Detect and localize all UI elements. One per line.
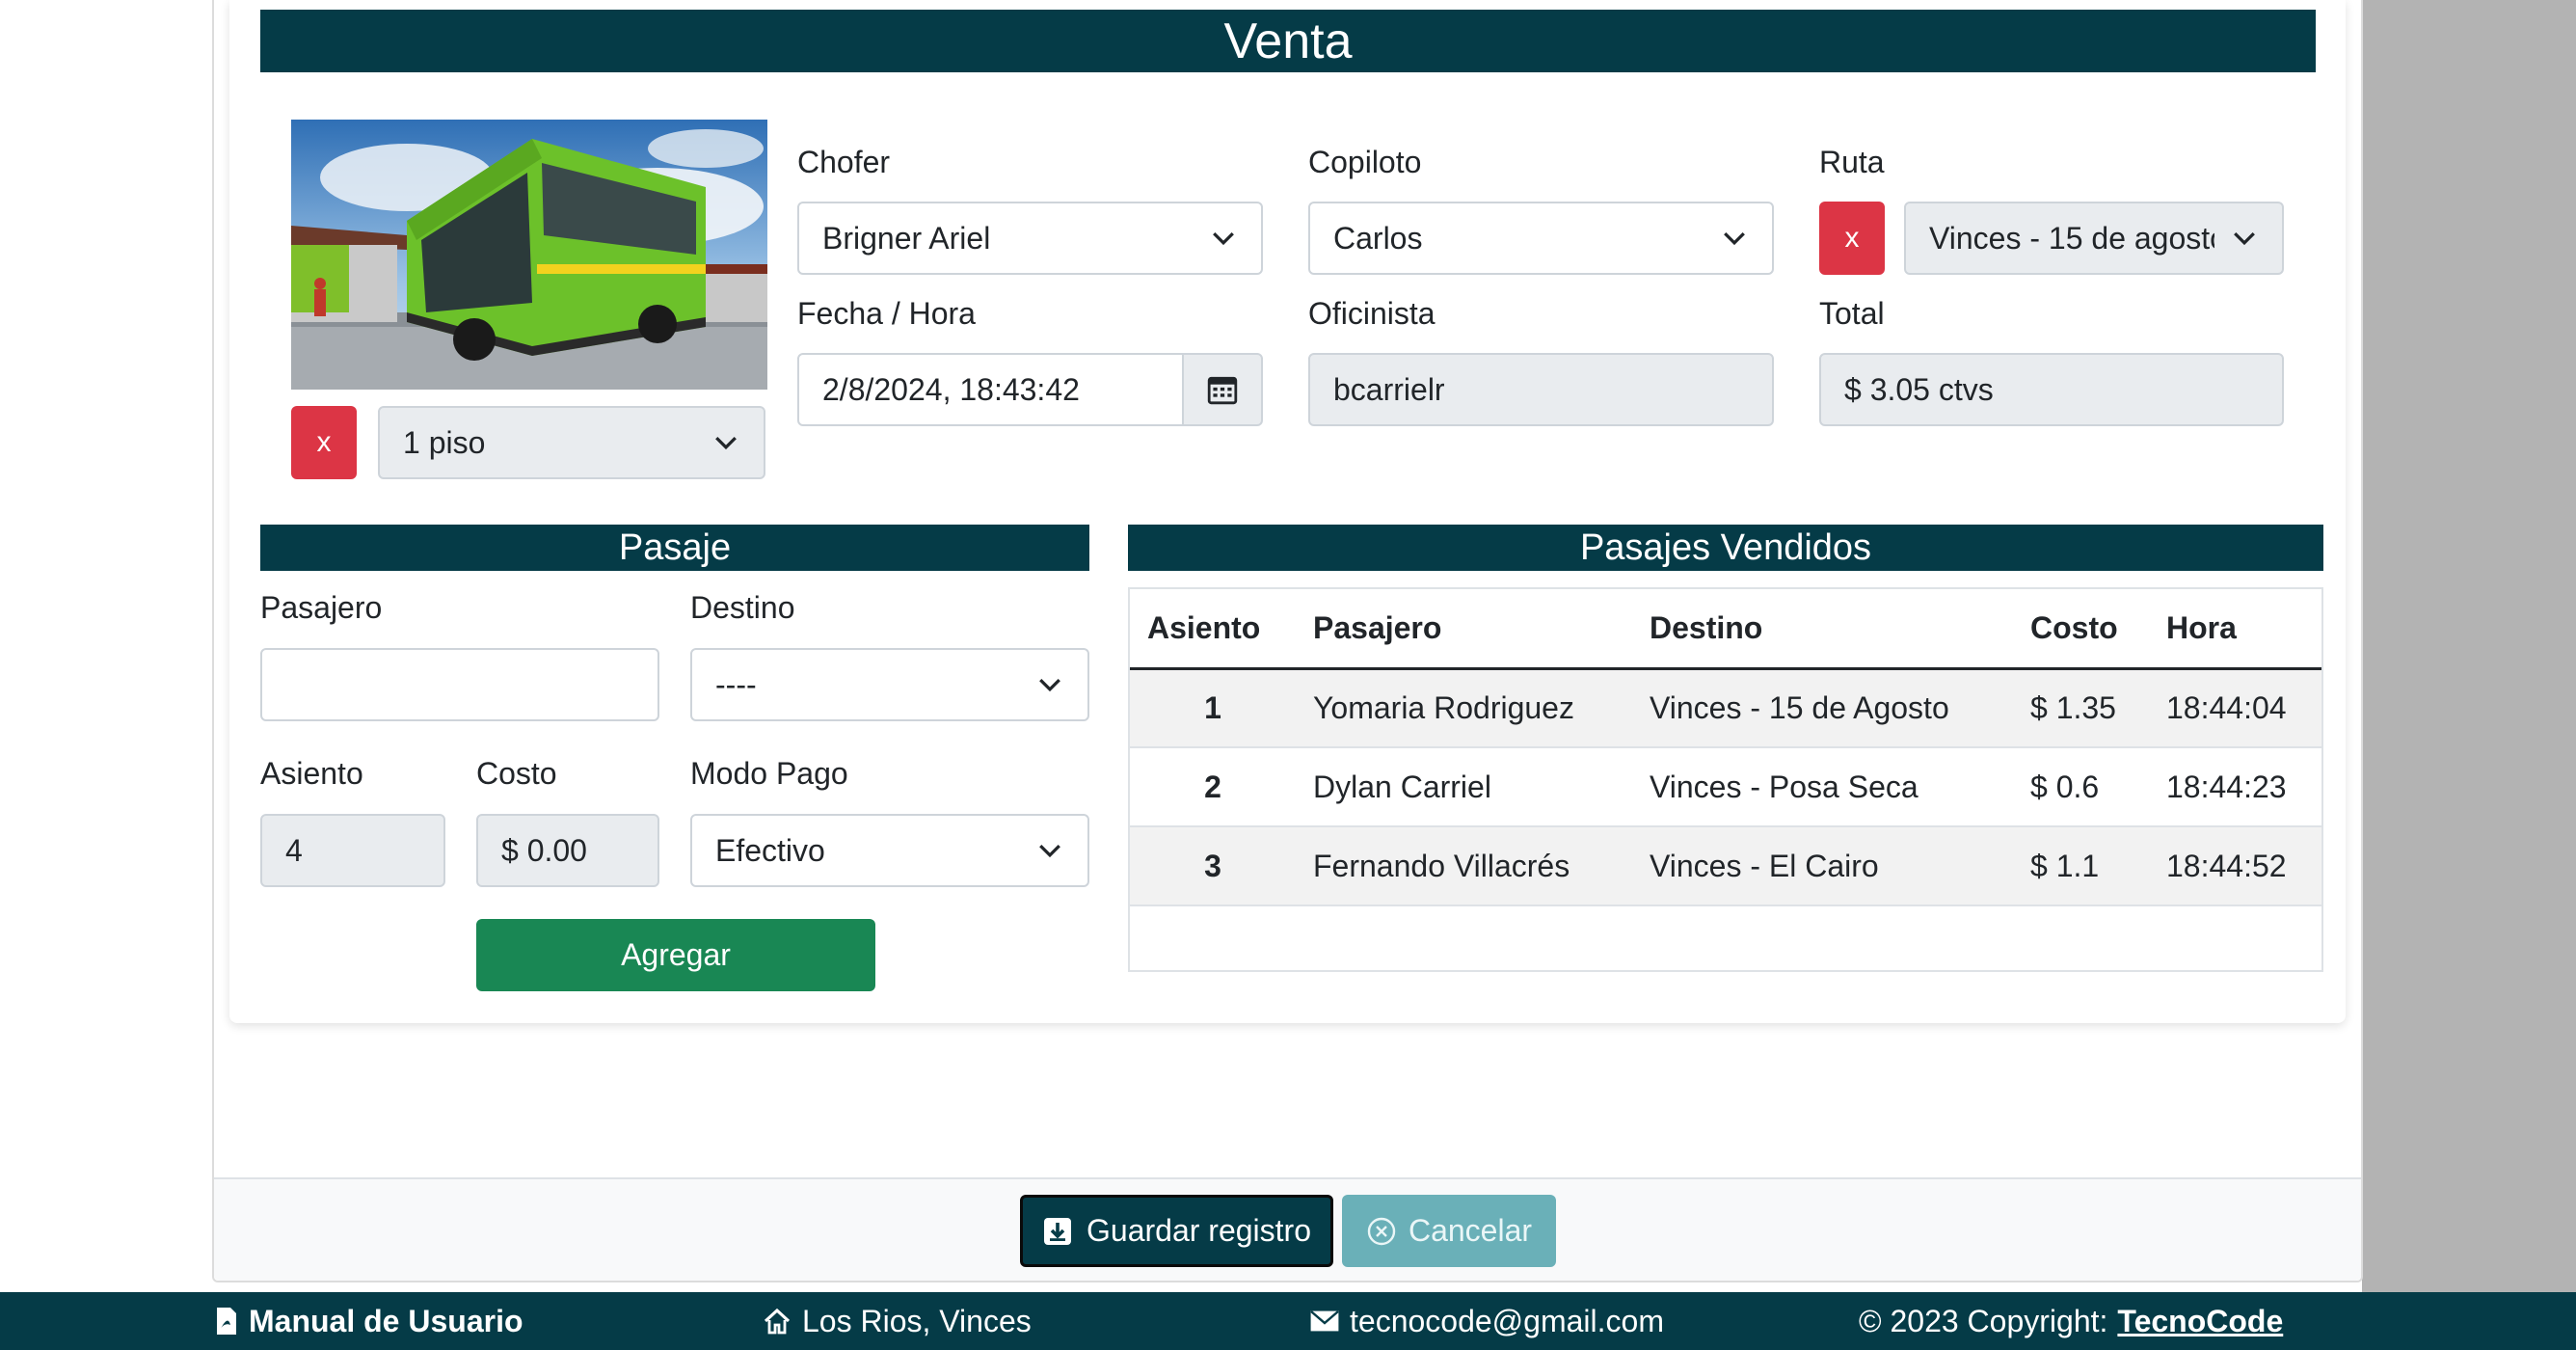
cell-pasajero: Fernando Villacrés: [1296, 826, 1632, 906]
chevron-down-icon: [1213, 231, 1234, 246]
cell-costo: $ 0.6: [2013, 747, 2149, 827]
column-header-pasajero: Pasajero: [1296, 589, 1632, 670]
total-field: $ 3.05 ctvs: [1819, 353, 2284, 426]
footer-location: Los Rios, Vinces: [762, 1292, 1032, 1350]
calendar-button[interactable]: [1182, 353, 1263, 426]
chevron-down-icon: [1724, 231, 1745, 246]
envelope-icon: [1310, 1310, 1339, 1332]
asiento-value: 4: [285, 832, 303, 868]
ruta-value: Vinces - 15 de agosto: [1929, 220, 2214, 256]
modo-pago-value: Efectivo: [715, 832, 825, 868]
destino-value: ----: [715, 666, 757, 702]
column-header-destino: Destino: [1632, 589, 2013, 670]
brand-link[interactable]: TecnoCode: [2117, 1304, 2283, 1339]
bus-floor-value: 1 piso: [403, 424, 486, 460]
cell-asiento: 1: [1130, 668, 1296, 748]
table-row[interactable]: 1 Yomaria Rodriguez Vinces - 15 de Agost…: [1130, 668, 2321, 748]
email-label: tecnocode@gmail.com: [1350, 1303, 1664, 1338]
copyright-label: © 2023 Copyright:: [1859, 1303, 2108, 1338]
column-header-costo: Costo: [2013, 589, 2149, 670]
cell-pasajero: Yomaria Rodriguez: [1296, 668, 1632, 748]
page-title: Venta: [260, 10, 2316, 72]
copiloto-label: Copiloto: [1308, 145, 1422, 179]
chevron-down-icon: [1039, 844, 1060, 858]
download-icon: [1044, 1217, 1071, 1245]
file-pdf-icon: [217, 1308, 236, 1335]
chevron-down-icon: [2234, 231, 2255, 246]
destino-select[interactable]: ----: [690, 648, 1089, 721]
copiloto-value: Carlos: [1333, 220, 1423, 256]
cancelar-label: Cancelar: [1408, 1213, 1533, 1248]
cell-asiento: 3: [1130, 826, 1296, 906]
manual-link[interactable]: Manual de Usuario: [214, 1292, 523, 1350]
calendar-icon: [1207, 376, 1238, 405]
site-footer: Manual de Usuario Los Rios, Vinces tecno…: [0, 1292, 2576, 1350]
costo-label: Costo: [476, 756, 557, 791]
fecha-label: Fecha / Hora: [797, 296, 976, 331]
cancelar-button[interactable]: Cancelar: [1342, 1195, 1556, 1267]
copiloto-select[interactable]: Carlos: [1308, 202, 1774, 275]
chevron-down-icon: [715, 436, 737, 450]
backdrop-overlay: [2362, 0, 2576, 1350]
column-header-hora: Hora: [2149, 589, 2321, 670]
location-label: Los Rios, Vinces: [802, 1303, 1032, 1338]
oficinista-value: bcarrielr: [1333, 371, 1445, 407]
footer-email: tecnocode@gmail.com: [1309, 1292, 1664, 1350]
cell-destino: Vinces - 15 de Agosto: [1632, 668, 2013, 748]
remove-ruta-button[interactable]: x: [1819, 202, 1885, 275]
costo-value: $ 0.00: [501, 832, 587, 868]
cell-hora: 18:44:04: [2149, 668, 2321, 748]
cell-destino: Vinces - El Cairo: [1632, 826, 2013, 906]
cell-hora: 18:44:23: [2149, 747, 2321, 827]
chofer-select[interactable]: Brigner Ariel: [797, 202, 1263, 275]
chevron-down-icon: [1039, 678, 1060, 692]
house-icon: [764, 1308, 791, 1335]
cell-asiento: 2: [1130, 747, 1296, 827]
total-label: Total: [1819, 296, 1885, 331]
pasajero-label: Pasajero: [260, 590, 383, 625]
table-row[interactable]: 2 Dylan Carriel Vinces - Posa Seca $ 0.6…: [1130, 747, 2321, 827]
vendidos-table: Asiento Pasajero Destino Costo Hora 1 Yo…: [1128, 587, 2323, 972]
footer-copyright: © 2023 Copyright: TecnoCode: [1859, 1292, 2283, 1350]
total-value: $ 3.05 ctvs: [1844, 371, 1994, 407]
asiento-label: Asiento: [260, 756, 363, 791]
table-header-row: Asiento Pasajero Destino Costo Hora: [1130, 589, 2321, 670]
cell-pasajero: Dylan Carriel: [1296, 747, 1632, 827]
bus-image: [291, 120, 767, 390]
guardar-registro-button[interactable]: Guardar registro: [1020, 1195, 1333, 1267]
cell-costo: $ 1.35: [2013, 668, 2149, 748]
cell-costo: $ 1.1: [2013, 826, 2149, 906]
destino-label: Destino: [690, 590, 795, 625]
table-row[interactable]: 3 Fernando Villacrés Vinces - El Cairo $…: [1130, 826, 2321, 906]
ruta-select[interactable]: Vinces - 15 de agosto: [1904, 202, 2284, 275]
fecha-input[interactable]: 2/8/2024, 18:43:42: [797, 353, 1186, 426]
oficinista-label: Oficinista: [1308, 296, 1436, 331]
chofer-value: Brigner Ariel: [822, 220, 991, 256]
cell-hora: 18:44:52: [2149, 826, 2321, 906]
bus-floor-select[interactable]: 1 piso: [378, 406, 765, 479]
pasajero-input[interactable]: [260, 648, 659, 721]
agregar-button[interactable]: Agregar: [476, 919, 875, 991]
costo-field: $ 0.00: [476, 814, 659, 887]
guardar-registro-label: Guardar registro: [1087, 1213, 1311, 1248]
cell-destino: Vinces - Posa Seca: [1632, 747, 2013, 827]
column-header-asiento: Asiento: [1130, 589, 1296, 670]
remove-bus-button[interactable]: x: [291, 406, 357, 479]
ruta-label: Ruta: [1819, 145, 1885, 179]
close-circle-icon: [1367, 1217, 1396, 1245]
modo-pago-select[interactable]: Efectivo: [690, 814, 1089, 887]
modo-pago-label: Modo Pago: [690, 756, 848, 791]
fecha-value: 2/8/2024, 18:43:42: [822, 371, 1080, 407]
asiento-field: 4: [260, 814, 445, 887]
pasaje-section-title: Pasaje: [260, 525, 1089, 571]
manual-label: Manual de Usuario: [249, 1303, 523, 1338]
vendidos-section-title: Pasajes Vendidos: [1128, 525, 2323, 571]
chofer-label: Chofer: [797, 145, 891, 179]
oficinista-field: bcarrielr: [1308, 353, 1774, 426]
